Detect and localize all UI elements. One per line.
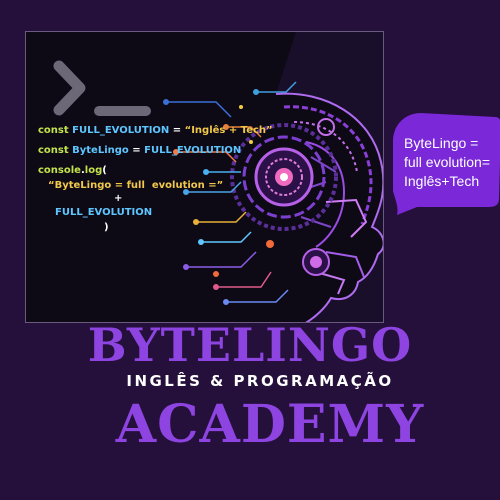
code-line: + [114, 193, 123, 204]
brand-subtitle: INGLÊS & PROGRAMAÇÃO [126, 372, 394, 390]
circuit-nodes [163, 89, 274, 305]
code-line: console.log( [38, 165, 107, 176]
code-line: const ByteLingo = FULL_EVOLUTION [38, 145, 242, 156]
code-line: ) [104, 222, 109, 233]
terminal-prompt-icon [53, 60, 151, 116]
code-snippet: const FULL_EVOLUTION = “Inglês + Tech” c… [38, 124, 273, 241]
robot-head-icon [230, 32, 383, 322]
brand-title: BYTELINGO [87, 318, 413, 372]
brand-title-secondary: ACADEMY [115, 394, 425, 455]
code-line: const FULL_EVOLUTION = “Inglês + Tech” [38, 125, 273, 136]
speech-bubble-text: ByteLingo = full evolution= Inglês+Tech [404, 135, 491, 189]
code-line: “ByteLingo = full evolution =” [48, 180, 224, 191]
hero-image-panel: const FULL_EVOLUTION = “Inglês + Tech” c… [25, 31, 384, 323]
code-line: FULL_EVOLUTION [55, 207, 153, 218]
ai-head-illustration [53, 32, 383, 322]
